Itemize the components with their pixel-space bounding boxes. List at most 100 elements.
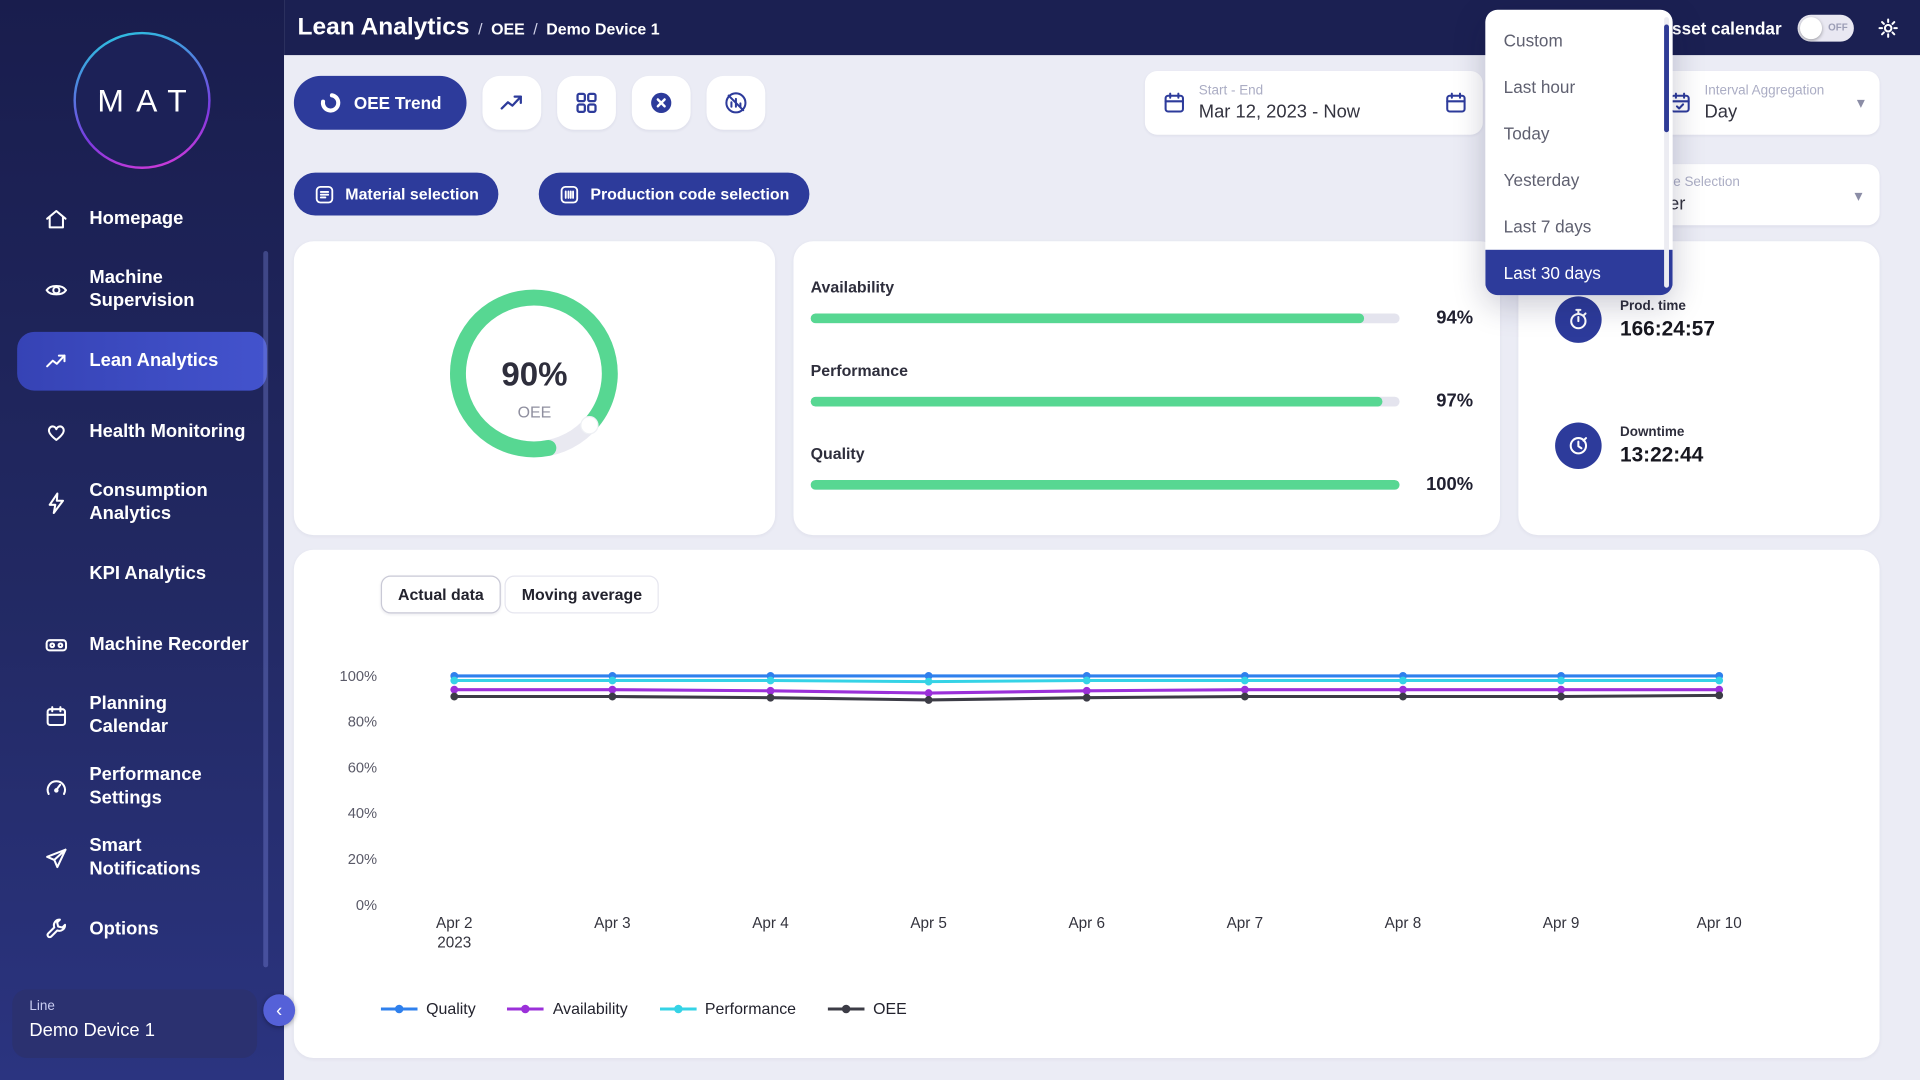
dropdown-item-last-hour[interactable]: Last hour bbox=[1485, 64, 1672, 111]
y-tick-label: 100% bbox=[340, 669, 378, 685]
dashboard: MAT HomepageMachine Supervision Lean Anal… bbox=[0, 0, 1920, 1080]
legend-label: Performance bbox=[705, 999, 796, 1017]
sidebar-scrollbar[interactable] bbox=[263, 251, 268, 967]
series-point-performance bbox=[1241, 677, 1249, 685]
legend-item-quality[interactable]: Quality bbox=[381, 999, 476, 1017]
series-point-availability bbox=[925, 689, 933, 697]
legend-item-oee[interactable]: OEE bbox=[828, 999, 907, 1017]
line-card[interactable]: Line Demo Device 1 bbox=[12, 989, 257, 1058]
sidebar-item-lean-analytics[interactable]: Lean Analytics bbox=[17, 332, 267, 391]
asset-calendar-toggle[interactable]: OFF bbox=[1798, 14, 1854, 41]
dropdown-item-yesterday[interactable]: Yesterday bbox=[1485, 157, 1672, 204]
time-label: Prod. time bbox=[1620, 298, 1715, 313]
sidebar-item-homepage[interactable]: Homepage bbox=[17, 184, 267, 255]
legend-item-performance[interactable]: Performance bbox=[660, 999, 796, 1017]
grid-icon bbox=[573, 89, 600, 116]
chevron-down-icon: ▾ bbox=[1854, 186, 1862, 206]
x-tick-label: Apr 8 bbox=[1385, 915, 1422, 932]
sidebar-item-health-monitoring[interactable]: Health Monitoring bbox=[17, 397, 267, 468]
gauge-icon bbox=[44, 775, 71, 799]
sidebar-item-options[interactable]: Options bbox=[17, 894, 267, 965]
line-chart-view-button[interactable] bbox=[482, 76, 541, 130]
sidebar-item-label: Planning Calendar bbox=[89, 693, 168, 739]
series-point-performance bbox=[450, 677, 458, 685]
legend-item-availability[interactable]: Availability bbox=[508, 999, 628, 1017]
sidebar-collapse-button[interactable]: ‹ bbox=[263, 994, 295, 1026]
calendar-icon[interactable] bbox=[1444, 91, 1468, 115]
clear-button[interactable] bbox=[631, 76, 690, 130]
sidebar-item-smart-notifications[interactable]: Smart Notifications bbox=[17, 823, 267, 894]
heart-icon bbox=[44, 420, 71, 444]
sidebar-item-label: KPI Analytics bbox=[89, 563, 206, 586]
sidebar-item-label: Machine Recorder bbox=[89, 634, 248, 657]
series-point-availability bbox=[1241, 686, 1249, 694]
recorder-icon bbox=[44, 633, 71, 657]
tab-actual-data[interactable]: Actual data bbox=[381, 576, 501, 614]
sidebar-item-machine-recorder[interactable]: Machine Recorder bbox=[17, 610, 267, 681]
dropdown-item-custom[interactable]: Custom bbox=[1485, 17, 1672, 64]
x-tick-label: Apr 4 bbox=[752, 915, 789, 932]
bolt-icon bbox=[44, 491, 71, 515]
date-range-picker[interactable]: Start - End Mar 12, 2023 - Now bbox=[1145, 71, 1483, 135]
progress-fill bbox=[811, 313, 1365, 323]
dropdown-scrollbar-thumb[interactable] bbox=[1664, 24, 1669, 132]
interval-label: Interval Aggregation bbox=[1704, 83, 1844, 98]
tab-moving-average[interactable]: Moving average bbox=[505, 576, 660, 614]
dropdown-item-last-7-days[interactable]: Last 7 days bbox=[1485, 203, 1672, 250]
oee-trend-chart: 100%80%60%40%20%0%Apr 22023Apr 3Apr 4Apr… bbox=[294, 623, 1880, 990]
interval-aggregation-select[interactable]: Interval Aggregation Day ▾ bbox=[1653, 71, 1880, 135]
progress-value: 100% bbox=[1417, 474, 1473, 495]
x-tick-label: 2023 bbox=[437, 935, 471, 952]
gear-icon[interactable] bbox=[1876, 15, 1900, 39]
sidebar-item-machine-supervision[interactable]: Machine Supervision bbox=[17, 255, 267, 326]
sidebar-item-label: Smart Notifications bbox=[89, 835, 200, 881]
sidebar-item-consumption-analytics[interactable]: Consumption Analytics bbox=[17, 468, 267, 539]
time-range-dropdown: CustomLast hourTodayYesterdayLast 7 days… bbox=[1485, 10, 1672, 295]
toggle-state: OFF bbox=[1828, 22, 1848, 33]
legend-swatch bbox=[828, 1002, 865, 1014]
time-label: Downtime bbox=[1620, 424, 1703, 439]
series-point-performance bbox=[925, 678, 933, 686]
logo: MAT bbox=[0, 0, 284, 169]
sidebar-item-performance-settings[interactable]: Performance Settings bbox=[17, 752, 267, 823]
progress-bar-quality bbox=[811, 479, 1400, 489]
barcode-icon bbox=[559, 183, 581, 205]
sidebar-item-planning-calendar[interactable]: Planning Calendar bbox=[17, 681, 267, 752]
calendar-icon bbox=[44, 704, 71, 728]
dropdown-item-last-30-days[interactable]: Last 30 days bbox=[1485, 250, 1672, 295]
chevron-down-icon: ▾ bbox=[1857, 93, 1865, 113]
grid-view-button[interactable] bbox=[557, 76, 616, 130]
no-chart-icon bbox=[722, 89, 749, 116]
series-point-oee bbox=[450, 693, 458, 701]
x-tick-label: Apr 6 bbox=[1068, 915, 1105, 932]
line-card-value: Demo Device 1 bbox=[29, 1020, 240, 1041]
breadcrumb-item[interactable]: Demo Device 1 bbox=[546, 20, 659, 38]
series-point-oee bbox=[608, 693, 616, 701]
topbar: Lean Analytics /OEE/Demo Device 1 Asset … bbox=[284, 0, 1920, 55]
x-tick-label: Apr 3 bbox=[594, 915, 631, 932]
series-point-availability bbox=[1083, 687, 1091, 695]
production-code-selection-button[interactable]: Production code selection bbox=[539, 173, 809, 216]
material-selection-button[interactable]: Material selection bbox=[294, 173, 499, 216]
breadcrumb-item[interactable]: OEE bbox=[491, 20, 525, 38]
x-tick-label: Apr 5 bbox=[910, 915, 947, 932]
no-data-view-button[interactable] bbox=[706, 76, 765, 130]
page-title: Lean Analytics bbox=[298, 13, 470, 41]
oee-trend-button[interactable]: OEE Trend bbox=[294, 76, 466, 130]
sidebar-item-kpi-analytics[interactable]: KPI Analytics bbox=[17, 539, 267, 610]
series-point-performance bbox=[1083, 677, 1091, 685]
progress-value: 94% bbox=[1417, 307, 1473, 328]
series-point-availability bbox=[767, 687, 775, 695]
logo-ring: MAT bbox=[73, 32, 210, 169]
progress-bar-performance bbox=[811, 396, 1400, 406]
series-point-oee bbox=[925, 696, 933, 704]
series-point-performance bbox=[608, 677, 616, 685]
x-tick-label: Apr 7 bbox=[1227, 915, 1264, 932]
dropdown-item-today[interactable]: Today bbox=[1485, 110, 1672, 157]
breadcrumb-separator: / bbox=[533, 20, 537, 38]
sidebar-nav: HomepageMachine Supervision Lean Analytic… bbox=[0, 184, 284, 965]
y-tick-label: 20% bbox=[348, 852, 377, 868]
trend-chart-card: Actual data Moving average 100%80%60%40%… bbox=[294, 550, 1880, 1058]
series-point-oee bbox=[1715, 691, 1723, 699]
progress-label: Availability bbox=[811, 278, 1473, 296]
